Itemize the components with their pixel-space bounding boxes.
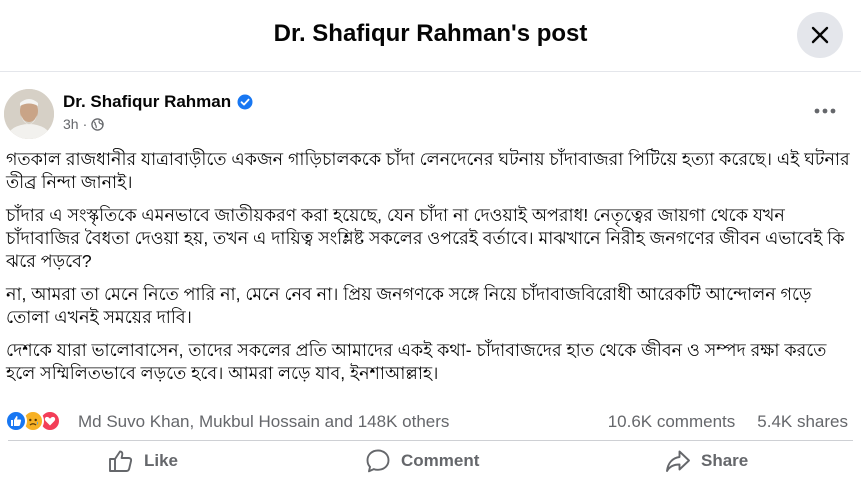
comment-label: Comment [401,451,480,470]
comments-count[interactable]: 10.6K comments [608,412,736,432]
post-meta: 3h · [63,116,104,132]
post-actions: Like Comment Share [0,442,861,480]
reactors-names[interactable]: Md Suvo Khan, Mukbul Hossain and 148K ot… [78,412,449,432]
like-icon [109,450,133,472]
post-author-row: Dr. Shafiqur Rahman 3h · [0,85,861,141]
dialog-title: Dr. Shafiqur Rahman's post [273,20,588,47]
avatar[interactable] [4,89,54,139]
comment-button[interactable]: Comment [365,444,479,478]
post-paragraph: গতকাল রাজধানীর যাত্রাবাড়ীতে একজন গাড়িচ… [6,149,850,192]
like-button[interactable]: Like [108,444,178,478]
share-label: Share [701,451,749,470]
share-icon [666,450,690,472]
meta-separator: · [82,116,88,132]
close-button[interactable] [797,12,843,58]
like-reaction-icon [5,410,27,432]
profile-photo [4,89,54,139]
close-icon [811,26,829,44]
engagement-counts: 10.6K comments 5.4K shares [608,412,848,432]
post-paragraph: চাঁদার এ সংস্কৃতিকে এমনভাবে জাতীয়করণ কর… [6,205,845,271]
reaction-icons[interactable] [5,410,61,434]
share-button[interactable]: Share [665,444,748,478]
author-name: Dr. Shafiqur Rahman [63,92,232,111]
comment-icon [366,449,390,473]
verified-badge-icon [237,94,253,110]
globe-icon[interactable] [91,117,104,131]
post-dialog-header: Dr. Shafiqur Rahman's post [0,0,861,72]
more-options-button[interactable] [808,99,842,123]
shares-count[interactable]: 5.4K shares [757,412,848,432]
post-time[interactable]: 3h [63,116,79,132]
more-options-icon [814,108,836,114]
reactions-summary: Md Suvo Khan, Mukbul Hossain and 148K ot… [0,408,861,436]
like-label: Like [144,451,179,470]
post-text: গতকাল রাজধানীর যাত্রাবাড়ীতে একজন গাড়িচ… [6,148,856,395]
actions-divider [8,440,853,441]
post-paragraph: না, আমরা তা মেনে নিতে পারি না, মেনে নেব … [6,284,812,327]
post-paragraph: দেশকে যারা ভালোবাসেন, তাদের সকলের প্রতি … [6,340,827,383]
author-name-link[interactable]: Dr. Shafiqur Rahman [63,92,253,112]
